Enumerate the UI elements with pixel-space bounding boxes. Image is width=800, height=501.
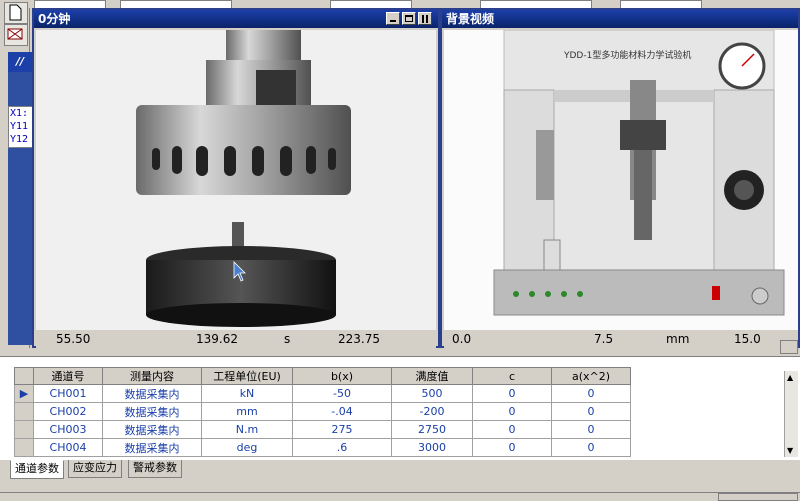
coord-x1: X1: bbox=[10, 108, 29, 119]
cell-bx[interactable]: -50 bbox=[292, 384, 392, 403]
time-axis-readout: 55.50 139.62 s 223.75 bbox=[36, 330, 436, 348]
table-header-row: 通道号 测量内容 工程单位(EU) b(x) 满度值 c a(x^2) bbox=[14, 367, 631, 385]
cell-c[interactable]: 0 bbox=[472, 384, 552, 403]
cell-content[interactable]: 数据采集内 bbox=[102, 402, 202, 421]
maximize-button[interactable] bbox=[402, 12, 416, 25]
cell-fullscale[interactable]: 2750 bbox=[391, 420, 473, 439]
video-window-left[interactable]: 0分钟 55.50 139.62 s 223.75 bbox=[32, 8, 440, 348]
cell-content[interactable]: 数据采集内 bbox=[102, 438, 202, 457]
resize-grip-icon[interactable] bbox=[780, 340, 798, 354]
cell-c[interactable]: 0 bbox=[472, 420, 552, 439]
window-title: 0分钟 bbox=[34, 10, 438, 28]
axis-min-value: 55.50 bbox=[56, 332, 91, 346]
col-header-content[interactable]: 测量内容 bbox=[102, 367, 202, 385]
scroll-up-icon[interactable]: ▲ bbox=[787, 373, 793, 382]
cell-fullscale[interactable]: 3000 bbox=[391, 438, 473, 457]
axis-min-value: 0.0 bbox=[452, 332, 472, 346]
status-panel bbox=[718, 493, 798, 501]
top-menu-strip bbox=[0, 0, 800, 10]
table-row[interactable]: CH002 数据采集内 mm -.04 -200 0 0 bbox=[14, 402, 631, 421]
row-indicator bbox=[14, 420, 34, 439]
position-axis-readout: 0.0 7.5 mm 15.0 bbox=[444, 330, 798, 348]
status-bar bbox=[0, 492, 800, 501]
channel-grid-panel: 通道号 测量内容 工程单位(EU) b(x) 满度值 c a(x^2) ▶ CH… bbox=[0, 356, 800, 460]
video-frame-closeup bbox=[36, 30, 436, 330]
cell-unit[interactable]: kN bbox=[201, 384, 293, 403]
cell-channel[interactable]: CH001 bbox=[33, 384, 103, 403]
coordinate-readout: X1: Y11 Y12 bbox=[8, 106, 34, 148]
col-header-unit[interactable]: 工程单位(EU) bbox=[201, 367, 293, 385]
scroll-down-icon[interactable]: ▼ bbox=[787, 446, 793, 455]
axis-unit: mm bbox=[666, 332, 690, 346]
channel-table[interactable]: 通道号 测量内容 工程单位(EU) b(x) 满度值 c a(x^2) ▶ CH… bbox=[14, 367, 631, 457]
window-title: 背景视频 bbox=[442, 10, 798, 28]
cell-unit[interactable]: deg bbox=[201, 438, 293, 457]
cell-bx[interactable]: .6 bbox=[292, 438, 392, 457]
coord-y12: Y12 bbox=[10, 134, 29, 145]
cell-unit[interactable]: N.m bbox=[201, 420, 293, 439]
cell-ax2[interactable]: 0 bbox=[551, 420, 631, 439]
cell-c[interactable]: 0 bbox=[472, 402, 552, 421]
table-row[interactable]: CH003 数据采集内 N.m 275 2750 0 0 bbox=[14, 420, 631, 439]
cell-unit[interactable]: mm bbox=[201, 402, 293, 421]
cell-channel[interactable]: CH004 bbox=[33, 438, 103, 457]
mail-icon[interactable] bbox=[4, 24, 28, 46]
cell-fullscale[interactable]: -200 bbox=[391, 402, 473, 421]
col-header-ax2[interactable]: a(x^2) bbox=[551, 367, 631, 385]
axis-mid-value: 7.5 bbox=[594, 332, 614, 346]
axis-max-value: 15.0 bbox=[734, 332, 761, 346]
row-indicator bbox=[14, 402, 34, 421]
cell-bx[interactable]: -.04 bbox=[292, 402, 392, 421]
tab-strip: 通道参数 应变应力 警戒参数 bbox=[0, 460, 800, 501]
new-file-icon[interactable] bbox=[4, 2, 28, 24]
axis-unit: s bbox=[284, 332, 291, 346]
cell-ax2[interactable]: 0 bbox=[551, 438, 631, 457]
table-row[interactable]: CH004 数据采集内 deg .6 3000 0 0 bbox=[14, 438, 631, 457]
coord-y11: Y11 bbox=[10, 121, 29, 132]
col-header-c[interactable]: c bbox=[472, 367, 552, 385]
machine-label: YDD-1型多功能材料力学试验机 bbox=[563, 49, 691, 61]
cell-ax2[interactable]: 0 bbox=[551, 384, 631, 403]
cell-channel[interactable]: CH002 bbox=[33, 402, 103, 421]
restore-button[interactable] bbox=[418, 12, 432, 25]
tab-channel-params[interactable]: 通道参数 bbox=[10, 460, 64, 479]
col-header-bx[interactable]: b(x) bbox=[292, 367, 392, 385]
table-row[interactable]: ▶ CH001 数据采集内 kN -50 500 0 0 bbox=[14, 384, 631, 403]
vertical-scrollbar[interactable]: ▲ ▼ bbox=[784, 371, 798, 457]
col-header-fullscale[interactable]: 满度值 bbox=[391, 367, 473, 385]
cell-fullscale[interactable]: 500 bbox=[391, 384, 473, 403]
cell-ax2[interactable]: 0 bbox=[551, 402, 631, 421]
cell-content[interactable]: 数据采集内 bbox=[102, 384, 202, 403]
app-logo-icon: // bbox=[8, 52, 32, 72]
axis-mid-value: 139.62 bbox=[196, 332, 238, 346]
video-frame-machine: YDD-1型多功能材料力学试验机 bbox=[444, 30, 798, 330]
cell-bx[interactable]: 275 bbox=[292, 420, 392, 439]
col-header-channel[interactable]: 通道号 bbox=[33, 367, 103, 385]
cell-content[interactable]: 数据采集内 bbox=[102, 420, 202, 439]
video-window-right[interactable]: 背景视频 YDD-1型多功能材料力学试验机 0.0 7.5 mm 15.0 bbox=[440, 8, 800, 348]
minimize-button[interactable] bbox=[386, 12, 400, 25]
cell-c[interactable]: 0 bbox=[472, 438, 552, 457]
cell-channel[interactable]: CH003 bbox=[33, 420, 103, 439]
axis-max-value: 223.75 bbox=[338, 332, 380, 346]
row-indicator-header bbox=[14, 367, 34, 385]
row-pointer-icon: ▶ bbox=[14, 384, 34, 403]
tab-strain-stress[interactable]: 应变应力 bbox=[68, 460, 122, 478]
tab-alarm-params[interactable]: 警戒参数 bbox=[128, 460, 182, 478]
row-indicator bbox=[14, 438, 34, 457]
